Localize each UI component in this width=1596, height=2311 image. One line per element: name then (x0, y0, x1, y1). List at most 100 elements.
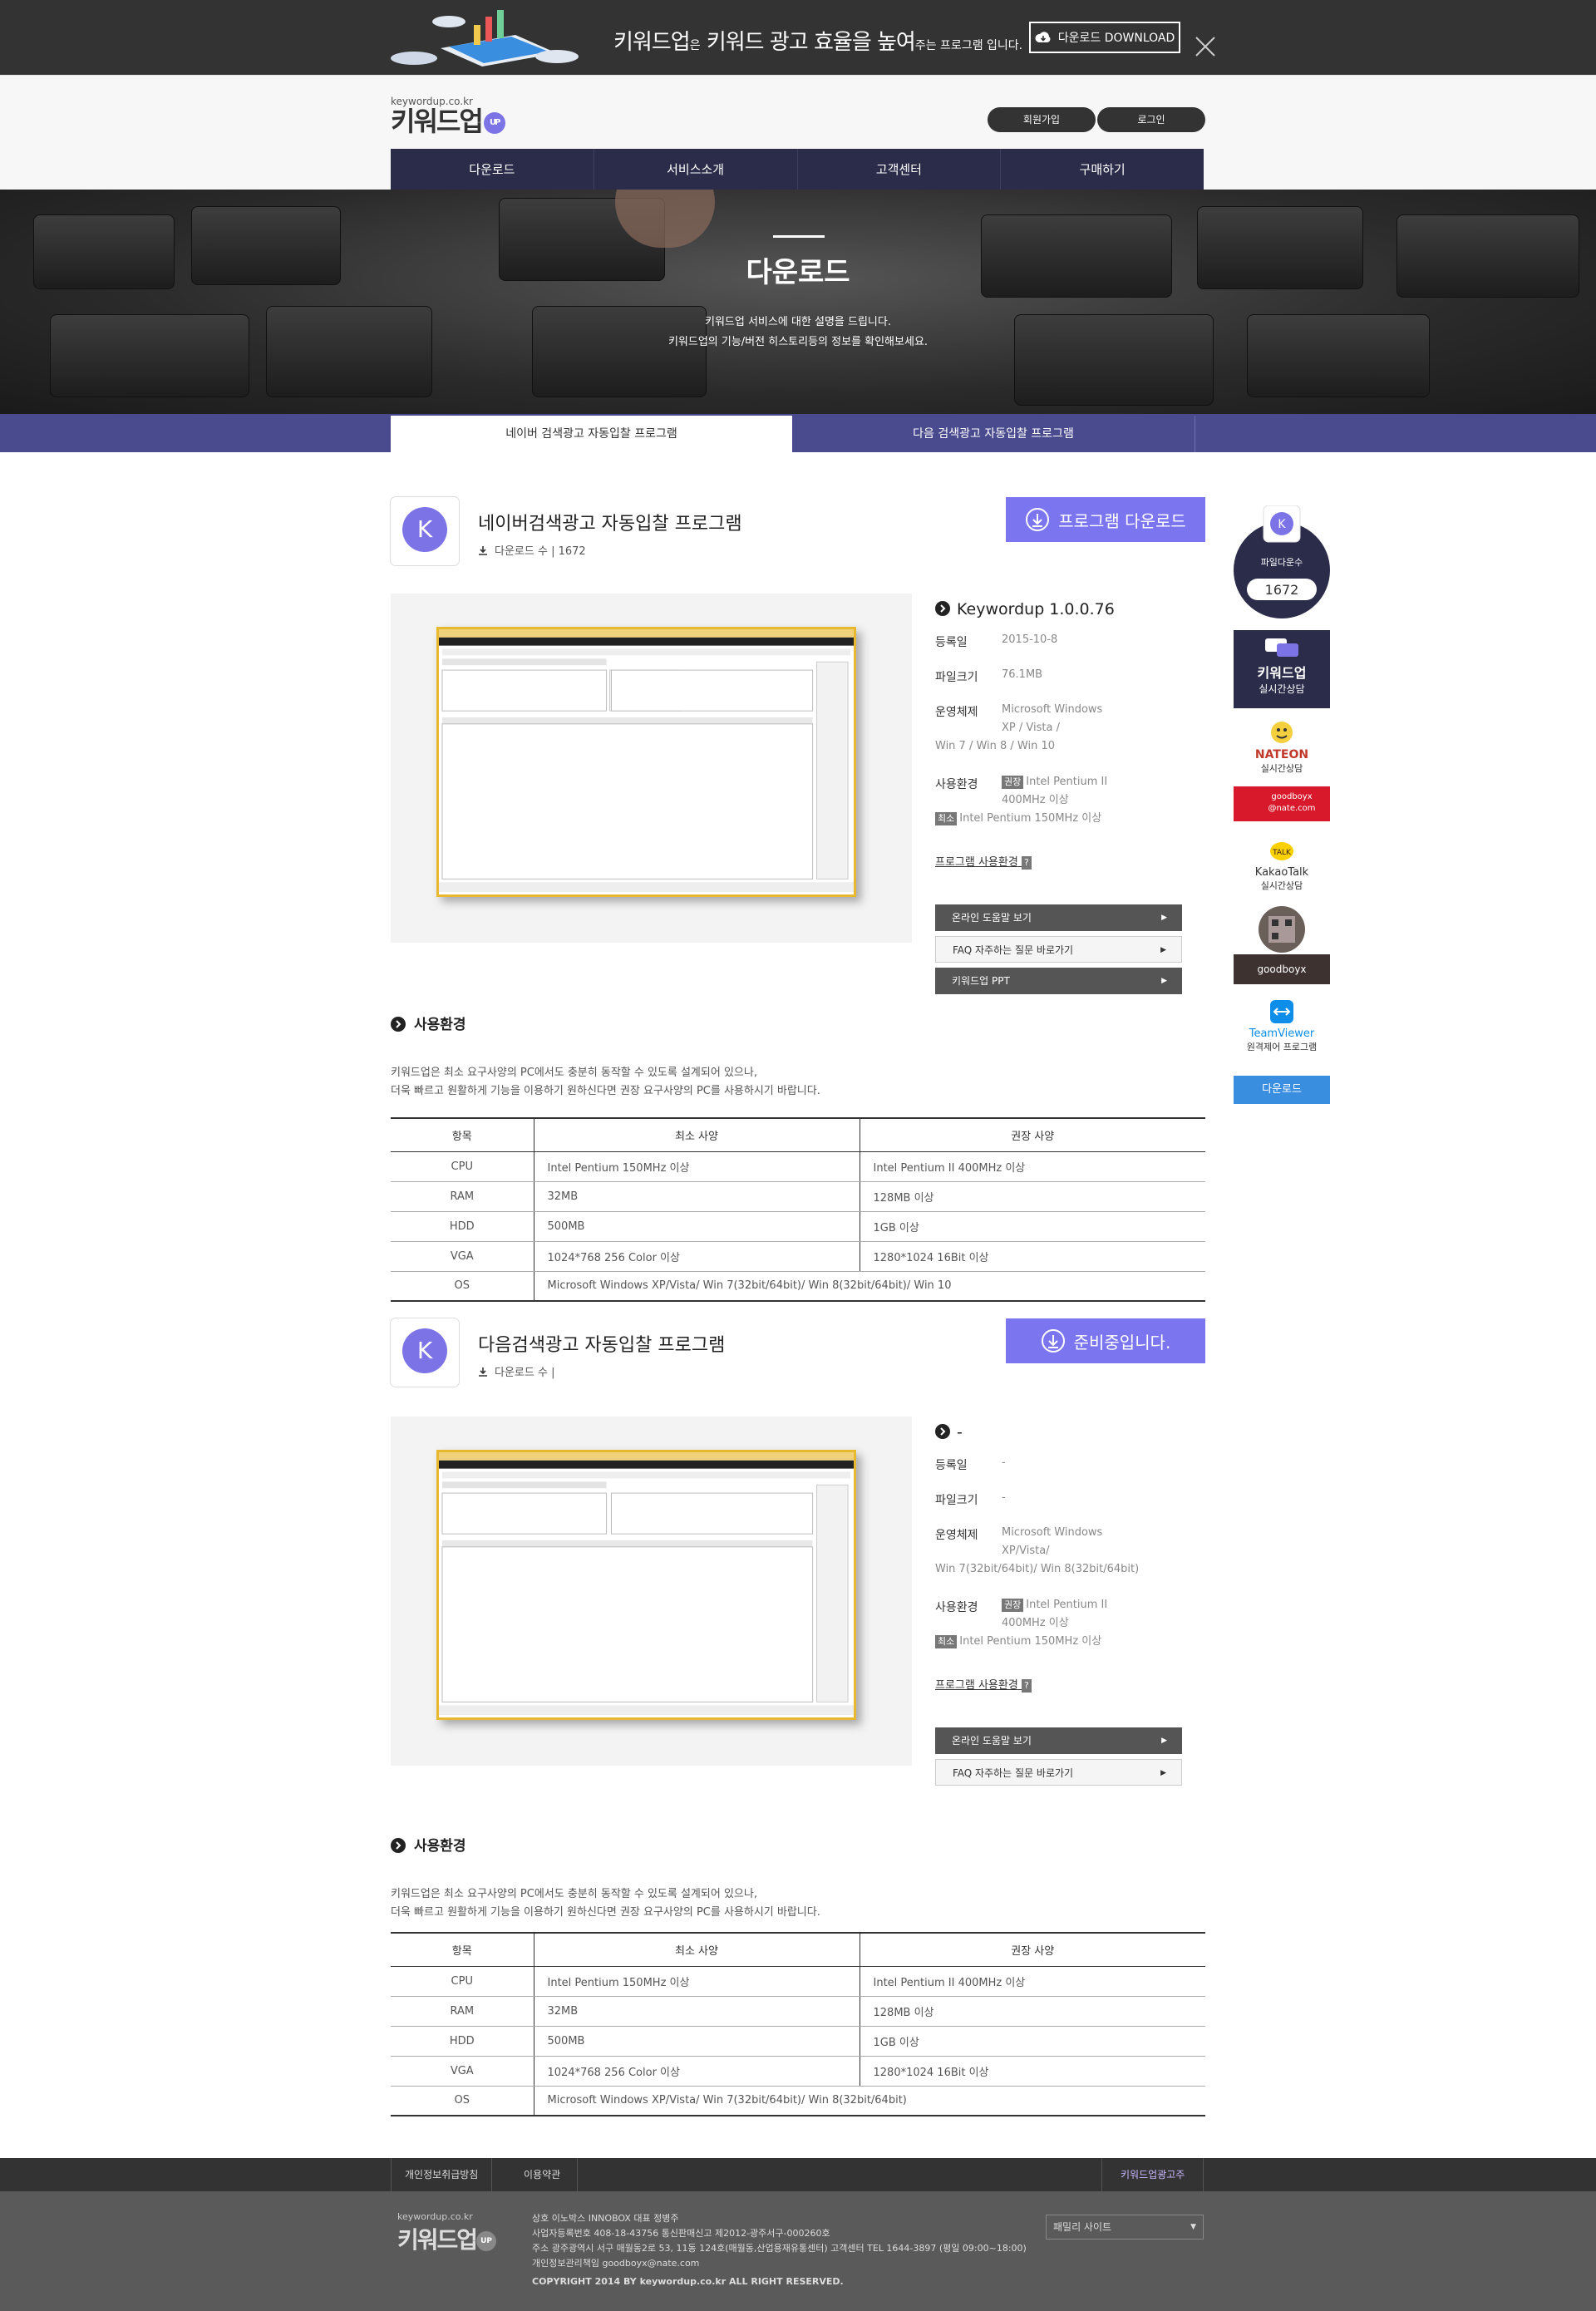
teamviewer-link[interactable]: TeamViewer 원격제어 프로그램 (1234, 994, 1330, 1067)
terms-link[interactable]: 이용약관 (507, 2158, 579, 2191)
requirements-section-1: 사용환경 키워드업은 최소 요구사양의 PC에서도 충분히 동작할 수 있도록 … (391, 1013, 1205, 1303)
program-screenshot (436, 627, 856, 897)
table-row: OS Microsoft Windows XP/Vista/ Win 7(32bi… (391, 1271, 1205, 1302)
logo-badge: UP (483, 112, 505, 134)
hero-desc-1: 키워드업 서비스에 대한 설명을 드립니다. (705, 316, 891, 328)
kakao-id[interactable]: goodboyx (1234, 954, 1330, 984)
req-title: 사용환경 (391, 1834, 466, 1855)
kakaotalk-icon: TALK (1270, 842, 1293, 860)
nav-service[interactable]: 서비스소개 (594, 149, 798, 190)
table-cell: 500MB (534, 1211, 860, 1242)
teamviewer-download-button[interactable]: 다운로드 (1234, 1076, 1330, 1104)
table-row: VGA 1024*768 256 Color 이상 1280*1024 16Bit … (391, 2056, 1205, 2087)
tab-daum[interactable]: 다음 검색광고 자동입찰 프로그램 (792, 416, 1195, 452)
env-minimum: 최소 Intel Pentium 150MHz 이상 (935, 810, 1101, 828)
privacy-officer: 개인정보관리책임 goodboyx@nate.com (532, 2258, 700, 2269)
reg-label: 등록일 (935, 1459, 968, 1472)
nav-support[interactable]: 고객센터 (798, 149, 1002, 190)
nateon-link[interactable]: NATEON 실시간상담 (1234, 715, 1330, 781)
company-info: 상호 이노박스 INNOBOX 대표 정병주 (532, 2213, 679, 2224)
os-label: 운영체제 (935, 706, 978, 719)
nav-purchase[interactable]: 구매하기 (1001, 149, 1204, 190)
table-cell: VGA (391, 2056, 534, 2087)
cloud-download-icon (1035, 32, 1051, 42)
nav-download[interactable]: 다운로드 (391, 149, 594, 190)
app-title: 네이버검색광고 자동입찰 프로그램 (478, 514, 742, 535)
nateon-id[interactable]: goodboyx @nate.com (1234, 786, 1330, 821)
chevron-down-icon: ▼ (1190, 2223, 1196, 2231)
banner-illustration (391, 10, 579, 67)
download-icon (479, 546, 487, 555)
size-label: 파일크기 (935, 671, 978, 684)
program-screenshot (436, 1450, 856, 1720)
faq-button[interactable]: FAQ 자주하는 질문 바로가기 ▶ (935, 936, 1182, 963)
table-cell: Intel Pentium 150MHz 이상 (534, 1966, 860, 1997)
coming-soon-button[interactable]: 준비중입니다. (1006, 1318, 1205, 1363)
env-label: 사용환경 (935, 778, 978, 791)
svg-text:TALK: TALK (1272, 849, 1292, 857)
env-help-link[interactable]: 프로그램 사용환경 ? (935, 853, 1034, 870)
svg-text:K: K (1278, 518, 1286, 531)
join-button[interactable]: 회원가입 (988, 107, 1096, 132)
table-cell: 32MB (534, 1996, 860, 2027)
os-value: Microsoft Windows XP/Vista/ (1002, 1526, 1103, 1557)
env-help-link[interactable]: 프로그램 사용환경 ? (935, 1676, 1034, 1693)
download-count: 다운로드 수 | (478, 1363, 554, 1379)
login-button[interactable]: 로그인 (1097, 107, 1205, 132)
kakao-link[interactable]: TALK KakaoTalk 실시간상담 (1234, 835, 1330, 904)
table-header: 최소 사양 (534, 1933, 860, 1967)
family-site-select[interactable]: 패밀리 사이트 ▼ (1046, 2215, 1204, 2240)
arrow-circle-icon (935, 1424, 950, 1439)
table-header: 최소 사양 (534, 1118, 860, 1152)
table-cell: Microsoft Windows XP/Vista/ Win 7(32bit/… (534, 1271, 1205, 1302)
table-cell: OS (391, 1271, 534, 1302)
footer-logo: keywordup.co.kr 키워드업 UP (397, 2211, 497, 2255)
req-desc: 키워드업은 최소 요구사양의 PC에서도 충분히 동작할 수 있도록 설계되어 … (391, 1888, 820, 1919)
online-help-button[interactable]: 온라인 도움말 보기 ▶ (935, 1727, 1182, 1754)
site-header: keywordup.co.kr 키워드업 UP 회원가입 로그인 다운로드 서비스… (0, 75, 1596, 190)
file-size: - (1002, 1491, 1006, 1504)
download-count: 다운로드 수 | 1672 (478, 542, 586, 558)
play-arrow-icon: ▶ (1160, 946, 1166, 954)
close-icon[interactable] (1194, 35, 1217, 58)
banner-download-button[interactable]: 다운로드 DOWNLOAD (1029, 22, 1180, 53)
os-value: Microsoft Windows XP / Vista / (1002, 703, 1103, 734)
table-cell: HDD (391, 1211, 534, 1242)
os-value-line3: Win 7 / Win 8 / Win 10 (935, 740, 1056, 752)
ppt-button[interactable]: 키워드업 PPT ▶ (935, 968, 1182, 994)
spec-table: 항목 최소 사양 권장 사양 CPU Intel Pentium 150MHz 이상 I… (391, 1932, 1205, 2116)
download-icon (479, 1367, 487, 1377)
table-cell: 500MB (534, 2026, 860, 2057)
table-header: 권장 사양 (860, 1118, 1205, 1152)
nateon-icon (1271, 722, 1293, 743)
play-arrow-icon: ▶ (1161, 977, 1167, 985)
advertiser-link[interactable]: 키워드업광고주 (1101, 2158, 1204, 2191)
banner-text: 키워드업은 키워드 광고 효율을 높여주는 프로그램 입니다. (613, 30, 1023, 55)
top-banner: 키워드업은 키워드 광고 효율을 높여주는 프로그램 입니다. 다운로드 DOW… (0, 0, 1596, 75)
site-logo[interactable]: keywordup.co.kr 키워드업 UP (391, 96, 505, 136)
tab-naver[interactable]: 네이버 검색광고 자동입찰 프로그램 (391, 416, 792, 452)
program-download-button[interactable]: 프로그램 다운로드 (1006, 497, 1205, 542)
help-icon: ? (1021, 856, 1032, 870)
logo-text: 키워드업 (391, 106, 484, 137)
env-recommended: 권장 Intel Pentium II 400MHz 이상 (1002, 1599, 1108, 1629)
hero-desc-2: 키워드업의 기능/버전 히스토리등의 정보를 확인해보세요. (667, 336, 929, 348)
table-row: RAM 32MB 128MB 이상 (391, 1996, 1205, 2027)
reg-date: 2015-10-8 (1002, 633, 1058, 646)
table-cell: 1024*768 256 Color 이상 (534, 2056, 860, 2087)
copyright: COPYRIGHT 2014 BY keywordup.co.kr ALL RI… (532, 2276, 844, 2287)
table-row: RAM 32MB 128MB 이상 (391, 1181, 1205, 1212)
privacy-link[interactable]: 개인정보취급방침 (391, 2158, 493, 2191)
table-header: 항목 (391, 1933, 534, 1967)
version: - (935, 1423, 963, 1441)
faq-button[interactable]: FAQ 자주하는 질문 바로가기 ▶ (935, 1759, 1182, 1786)
kw-chat-link[interactable]: 키워드업 실시간상담 (1234, 630, 1330, 708)
table-row: HDD 500MB 1GB 이상 (391, 1211, 1205, 1242)
os-label: 운영체제 (935, 1529, 978, 1542)
play-arrow-icon: ▶ (1161, 1737, 1167, 1745)
play-arrow-icon: ▶ (1160, 1769, 1166, 1777)
business-number: 사업자등록번호 408-18-43756 통신판매신고 제2012-광주서구-0… (532, 2228, 830, 2239)
table-cell: 1280*1024 16Bit 이상 (860, 1241, 1205, 1272)
table-cell: 32MB (534, 1181, 860, 1212)
online-help-button[interactable]: 온라인 도움말 보기 ▶ (935, 904, 1182, 931)
